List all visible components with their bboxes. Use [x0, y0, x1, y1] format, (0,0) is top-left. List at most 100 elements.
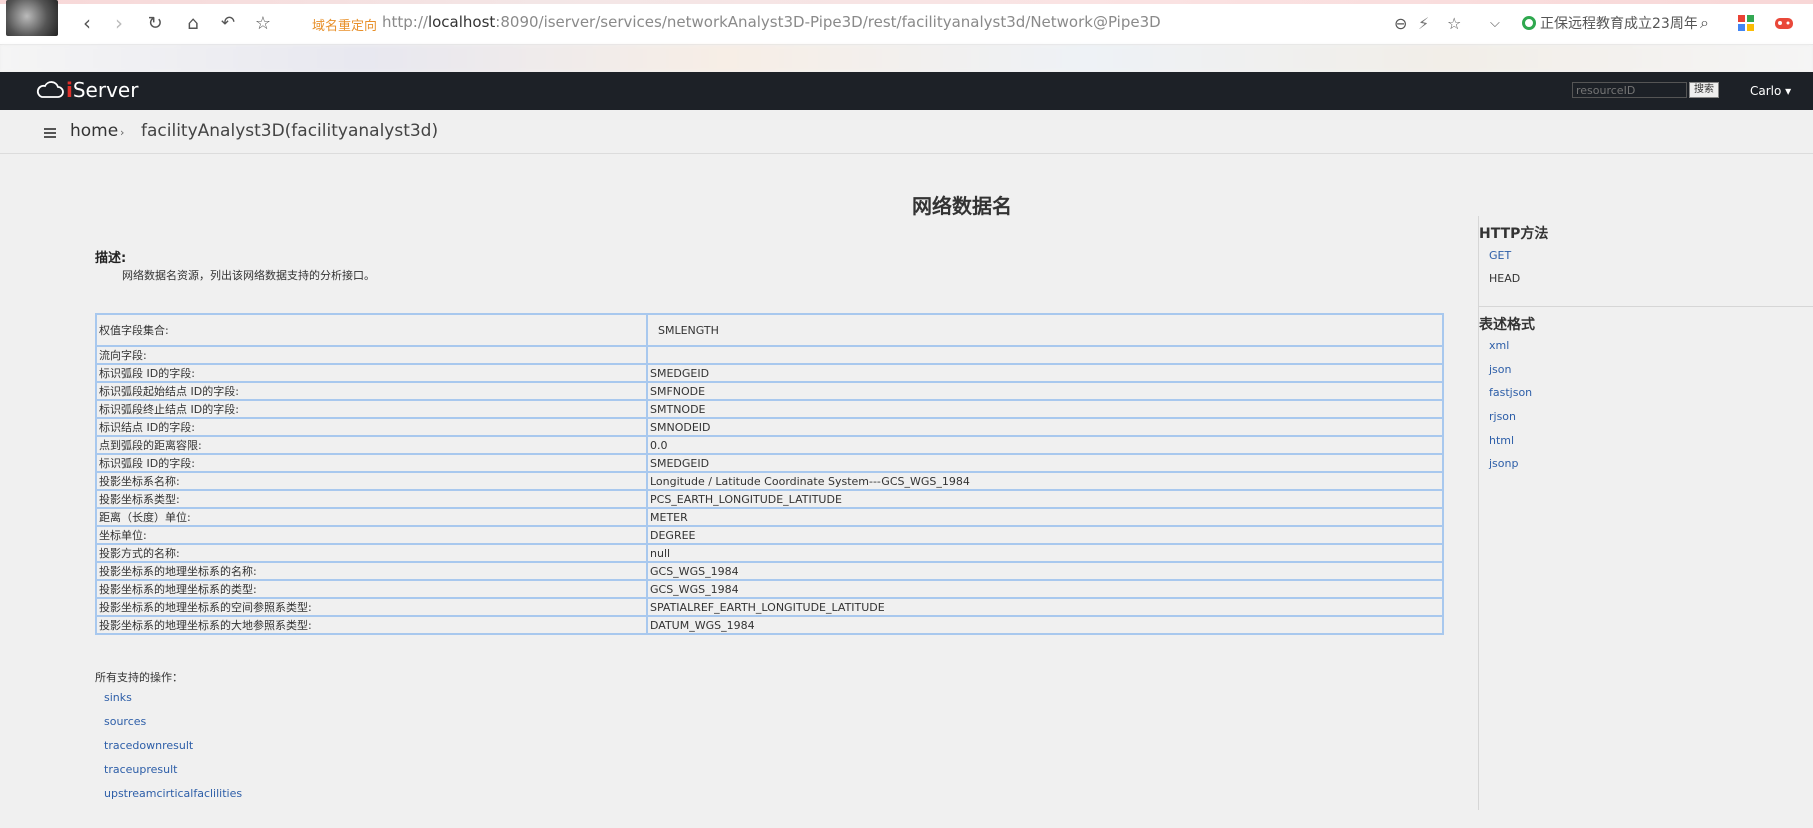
property-value: SMNODEID — [646, 417, 1444, 437]
property-value: PCS_EARTH_LONGITUDE_LATITUDE — [646, 489, 1444, 509]
property-name: 标识弧段 ID的字段: — [95, 453, 648, 473]
property-value: GCS_WGS_1984 — [646, 561, 1444, 581]
bookmarks-bar — [0, 45, 1813, 72]
property-value: SMTNODE — [646, 399, 1444, 419]
property-name: 标识弧段终止结点 ID的字段: — [95, 399, 648, 419]
property-value: SPATIALREF_EARTH_LONGITUDE_LATITUDE — [646, 597, 1444, 617]
property-value: GCS_WGS_1984 — [646, 579, 1444, 599]
breadcrumb-current[interactable]: facilityAnalyst3D(facilityanalyst3d) — [141, 121, 438, 141]
redirect-badge: 域名重定向 — [312, 19, 378, 34]
property-value: SMLENGTH — [646, 313, 1444, 347]
property-name: 投影坐标系名称: — [95, 471, 648, 491]
property-name: 标识结点 ID的字段: — [95, 417, 648, 437]
breadcrumb-home[interactable]: home — [70, 121, 118, 141]
table-row: 流向字段: — [95, 345, 1444, 365]
property-name: 投影方式的名称: — [95, 543, 648, 563]
table-row: 投影坐标系类型: PCS_EARTH_LONGITUDE_LATITUDE — [95, 489, 1444, 509]
browser-avatar[interactable] — [6, 0, 58, 36]
search-button[interactable]: 搜索 — [1689, 82, 1719, 98]
operation-link[interactable]: traceupresult — [104, 763, 242, 787]
url-path: :8090/iserver/services/networkAnalyst3D-… — [495, 13, 1161, 31]
search-icon[interactable]: ⌕ — [1700, 12, 1709, 34]
table-row: 距离（长度）单位: METER — [95, 507, 1444, 527]
property-name: 投影坐标系的地理坐标系的类型: — [95, 579, 648, 599]
brand-i: i — [66, 78, 73, 102]
format-xml-link[interactable]: xml — [1489, 339, 1509, 352]
property-value — [646, 345, 1444, 365]
operation-link[interactable]: tracedownresult — [104, 739, 242, 763]
format-html-link[interactable]: html — [1489, 434, 1514, 447]
page-title: 网络数据名 — [912, 194, 1012, 218]
bookmark-star-icon[interactable]: ☆ — [1447, 12, 1461, 34]
description-label: 描述: — [95, 251, 127, 266]
property-name: 标识弧段 ID的字段: — [95, 363, 648, 383]
property-name: 投影坐标系的地理坐标系的名称: — [95, 561, 648, 581]
table-row: 标识弧段 ID的字段: SMEDGEID — [95, 363, 1444, 383]
app-header: iServer 搜索 Carlo ▾ — [0, 72, 1813, 110]
format-rjson-link[interactable]: rjson — [1489, 410, 1516, 423]
property-name: 距离（长度）单位: — [95, 507, 648, 527]
table-row: 权值字段集合: SMLENGTH — [95, 313, 1444, 347]
method-get-link[interactable]: GET — [1489, 249, 1511, 262]
property-name: 投影坐标系的地理坐标系的空间参照系类型: — [95, 597, 648, 617]
property-name: 权值字段集合: — [95, 313, 648, 347]
browser-toolbar: ‹ › ↻ ⌂ ↶ ☆ 域名重定向 http://localhost:8090/… — [0, 0, 1813, 45]
address-bar[interactable]: http://localhost:8090/iserver/services/n… — [382, 13, 1161, 31]
chevron-down-icon[interactable]: ⌵ — [1490, 12, 1500, 34]
property-value: SMEDGEID — [646, 363, 1444, 383]
operation-link[interactable]: upstreamcirticalfaclilities — [104, 787, 242, 811]
property-value: 0.0 — [646, 435, 1444, 455]
zoom-icon[interactable]: ⊖ — [1394, 12, 1407, 34]
news-ticker[interactable]: 正保远程教育成立23周年 — [1522, 13, 1697, 33]
table-row: 标识弧段 ID的字段: SMEDGEID — [95, 453, 1444, 473]
news-icon — [1522, 16, 1536, 30]
property-name: 点到弧段的距离容限: — [95, 435, 648, 455]
user-menu[interactable]: Carlo ▾ — [1750, 84, 1791, 98]
flash-icon[interactable]: ⚡ — [1418, 12, 1429, 34]
url-scheme: http:// — [382, 13, 428, 31]
star-icon[interactable]: ☆ — [250, 10, 276, 36]
property-value: DEGREE — [646, 525, 1444, 545]
forward-icon[interactable]: › — [106, 10, 132, 36]
reload-icon[interactable]: ↻ — [142, 10, 168, 36]
format-jsonp-link[interactable]: jsonp — [1489, 457, 1518, 470]
method-head-text: HEAD — [1489, 272, 1521, 285]
menu-icon[interactable] — [44, 128, 56, 138]
table-row: 投影坐标系的地理坐标系的名称: GCS_WGS_1984 — [95, 561, 1444, 581]
undo-icon[interactable]: ↶ — [215, 10, 241, 36]
game-icon[interactable] — [1774, 12, 1794, 34]
breadcrumb-separator: › — [120, 126, 125, 139]
table-row: 投影坐标系的地理坐标系的大地参照系类型: DATUM_WGS_1984 — [95, 615, 1444, 635]
http-methods-title: HTTP方法 — [1479, 226, 1549, 242]
resource-search-input[interactable] — [1572, 82, 1687, 98]
breadcrumb: home › facilityAnalyst3D(facilityanalyst… — [0, 110, 1813, 154]
home-icon[interactable]: ⌂ — [180, 10, 206, 36]
format-json-link[interactable]: json — [1489, 363, 1512, 376]
property-value: SMEDGEID — [646, 453, 1444, 473]
operations-list: sinks sources tracedownresult traceupresult… — [104, 691, 242, 811]
table-row: 标识结点 ID的字段: SMNODEID — [95, 417, 1444, 437]
apps-icon[interactable] — [1738, 12, 1754, 34]
url-host: localhost — [427, 13, 496, 31]
operation-link[interactable]: sources — [104, 715, 242, 739]
operation-link[interactable]: sinks — [104, 691, 242, 715]
property-value: null — [646, 543, 1444, 563]
table-row: 投影坐标系的地理坐标系的空间参照系类型: SPATIALREF_EARTH_LON… — [95, 597, 1444, 617]
formats-title: 表述格式 — [1479, 317, 1535, 333]
table-row: 投影坐标系的地理坐标系的类型: GCS_WGS_1984 — [95, 579, 1444, 599]
property-value: DATUM_WGS_1984 — [646, 615, 1444, 635]
table-row: 标识弧段起始结点 ID的字段: SMFNODE — [95, 381, 1444, 401]
brand-name: Server — [72, 78, 139, 102]
description-text: 网络数据名资源，列出该网络数据支持的分析接口。 — [122, 269, 375, 282]
back-icon[interactable]: ‹ — [74, 10, 100, 36]
property-value: SMFNODE — [646, 381, 1444, 401]
brand-logo[interactable]: i Server — [36, 78, 138, 102]
cloud-icon — [36, 81, 64, 98]
news-text: 正保远程教育成立23周年 — [1540, 16, 1697, 32]
property-name: 标识弧段起始结点 ID的字段: — [95, 381, 648, 401]
property-name: 坐标单位: — [95, 525, 648, 545]
format-fastjson-link[interactable]: fastjson — [1489, 386, 1532, 399]
property-value: METER — [646, 507, 1444, 527]
properties-table: 权值字段集合: SMLENGTH 流向字段: 标识弧段 ID的字段: SMEDGEID 标… — [95, 313, 1444, 635]
property-name: 流向字段: — [95, 345, 648, 365]
